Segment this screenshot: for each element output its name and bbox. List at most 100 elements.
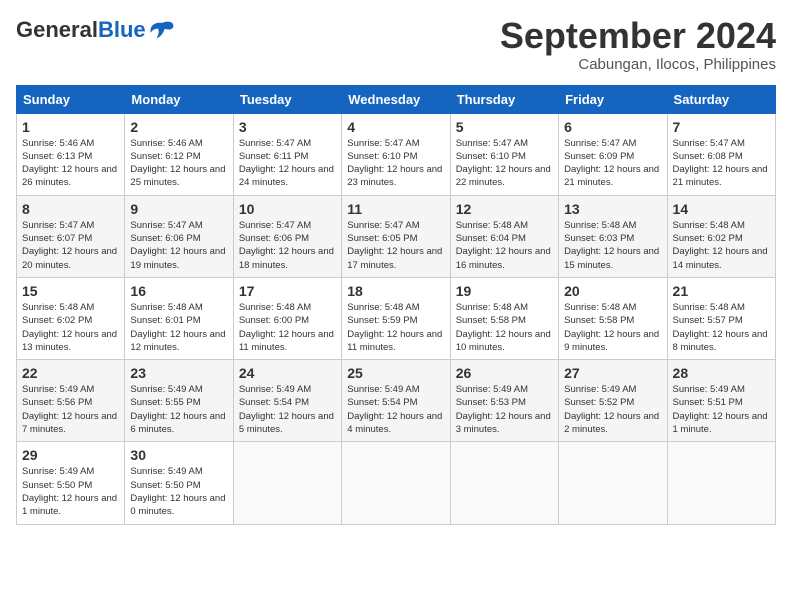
day-info: Sunrise: 5:47 AMSunset: 6:05 PMDaylight:…	[347, 219, 444, 272]
day-number: 28	[673, 365, 770, 381]
day-cell-6: 6 Sunrise: 5:47 AMSunset: 6:09 PMDaylight…	[559, 113, 667, 195]
header-thursday: Thursday	[450, 85, 558, 113]
day-cell-29: 29 Sunrise: 5:49 AMSunset: 5:50 PMDayligh…	[17, 442, 125, 524]
calendar-week-4: 22 Sunrise: 5:49 AMSunset: 5:56 PMDayligh…	[17, 360, 776, 442]
day-number: 17	[239, 283, 336, 299]
header-monday: Monday	[125, 85, 233, 113]
day-cell-11: 11 Sunrise: 5:47 AMSunset: 6:05 PMDayligh…	[342, 195, 450, 277]
day-number: 18	[347, 283, 444, 299]
day-info: Sunrise: 5:48 AMSunset: 5:58 PMDaylight:…	[456, 301, 553, 354]
calendar-table: SundayMondayTuesdayWednesdayThursdayFrid…	[16, 85, 776, 525]
day-number: 24	[239, 365, 336, 381]
day-cell-7: 7Sunrise: 5:47 AMSunset: 6:08 PMDaylight…	[667, 113, 775, 195]
day-info: Sunrise: 5:49 AMSunset: 5:52 PMDaylight:…	[564, 383, 661, 436]
day-number: 22	[22, 365, 119, 381]
day-number: 16	[130, 283, 227, 299]
calendar-week-2: 8 Sunrise: 5:47 AMSunset: 6:07 PMDaylight…	[17, 195, 776, 277]
day-cell-17: 17 Sunrise: 5:48 AMSunset: 6:00 PMDayligh…	[233, 277, 341, 359]
header-row: SundayMondayTuesdayWednesdayThursdayFrid…	[17, 85, 776, 113]
calendar-header: SundayMondayTuesdayWednesdayThursdayFrid…	[17, 85, 776, 113]
day-cell-13: 13 Sunrise: 5:48 AMSunset: 6:03 PMDayligh…	[559, 195, 667, 277]
day-cell-25: 25Sunrise: 5:49 AMSunset: 5:54 PMDayligh…	[342, 360, 450, 442]
day-number: 1	[22, 119, 119, 135]
empty-cell	[233, 442, 341, 524]
header-wednesday: Wednesday	[342, 85, 450, 113]
day-info: Sunrise: 5:48 AMSunset: 6:02 PMDaylight:…	[22, 301, 119, 354]
day-number: 7	[673, 119, 770, 135]
day-number: 30	[130, 447, 227, 463]
day-cell-14: 14Sunrise: 5:48 AMSunset: 6:02 PMDayligh…	[667, 195, 775, 277]
day-number: 8	[22, 201, 119, 217]
logo-blue: Blue	[98, 17, 146, 43]
day-cell-10: 10Sunrise: 5:47 AMSunset: 6:06 PMDayligh…	[233, 195, 341, 277]
day-info: Sunrise: 5:49 AMSunset: 5:50 PMDaylight:…	[22, 465, 119, 518]
day-cell-12: 12Sunrise: 5:48 AMSunset: 6:04 PMDayligh…	[450, 195, 558, 277]
day-info: Sunrise: 5:49 AMSunset: 5:53 PMDaylight:…	[456, 383, 553, 436]
day-info: Sunrise: 5:48 AMSunset: 6:03 PMDaylight:…	[564, 219, 661, 272]
day-number: 27	[564, 365, 661, 381]
calendar-week-3: 15 Sunrise: 5:48 AMSunset: 6:02 PMDayligh…	[17, 277, 776, 359]
day-number: 14	[673, 201, 770, 217]
day-cell-15: 15 Sunrise: 5:48 AMSunset: 6:02 PMDayligh…	[17, 277, 125, 359]
bird-icon	[148, 16, 176, 44]
calendar-week-5: 29 Sunrise: 5:49 AMSunset: 5:50 PMDayligh…	[17, 442, 776, 524]
day-number: 21	[673, 283, 770, 299]
day-info: Sunrise: 5:49 AMSunset: 5:54 PMDaylight:…	[239, 383, 336, 436]
day-info: Sunrise: 5:48 AMSunset: 6:01 PMDaylight:…	[130, 301, 227, 354]
empty-cell	[342, 442, 450, 524]
day-cell-30: 30 Sunrise: 5:49 AMSunset: 5:50 PMDayligh…	[125, 442, 233, 524]
day-cell-5: 5Sunrise: 5:47 AMSunset: 6:10 PMDaylight…	[450, 113, 558, 195]
day-info: Sunrise: 5:47 AMSunset: 6:07 PMDaylight:…	[22, 219, 119, 272]
calendar-week-1: 1Sunrise: 5:46 AMSunset: 6:13 PMDaylight…	[17, 113, 776, 195]
day-cell-18: 18Sunrise: 5:48 AMSunset: 5:59 PMDayligh…	[342, 277, 450, 359]
empty-cell	[667, 442, 775, 524]
day-cell-21: 21Sunrise: 5:48 AMSunset: 5:57 PMDayligh…	[667, 277, 775, 359]
day-info: Sunrise: 5:46 AMSunset: 6:12 PMDaylight:…	[130, 137, 227, 190]
calendar-body: 1Sunrise: 5:46 AMSunset: 6:13 PMDaylight…	[17, 113, 776, 524]
day-info: Sunrise: 5:49 AMSunset: 5:51 PMDaylight:…	[673, 383, 770, 436]
day-cell-9: 9 Sunrise: 5:47 AMSunset: 6:06 PMDaylight…	[125, 195, 233, 277]
page-header: General Blue September 2024 Cabungan, Il…	[16, 16, 776, 73]
day-cell-3: 3Sunrise: 5:47 AMSunset: 6:11 PMDaylight…	[233, 113, 341, 195]
header-friday: Friday	[559, 85, 667, 113]
day-cell-4: 4 Sunrise: 5:47 AMSunset: 6:10 PMDaylight…	[342, 113, 450, 195]
empty-cell	[450, 442, 558, 524]
day-number: 13	[564, 201, 661, 217]
day-info: Sunrise: 5:49 AMSunset: 5:55 PMDaylight:…	[130, 383, 227, 436]
day-cell-19: 19Sunrise: 5:48 AMSunset: 5:58 PMDayligh…	[450, 277, 558, 359]
day-cell-24: 24 Sunrise: 5:49 AMSunset: 5:54 PMDayligh…	[233, 360, 341, 442]
day-number: 26	[456, 365, 553, 381]
day-info: Sunrise: 5:47 AMSunset: 6:10 PMDaylight:…	[456, 137, 553, 190]
day-info: Sunrise: 5:48 AMSunset: 6:04 PMDaylight:…	[456, 219, 553, 272]
day-number: 2	[130, 119, 227, 135]
header-sunday: Sunday	[17, 85, 125, 113]
day-info: Sunrise: 5:48 AMSunset: 5:58 PMDaylight:…	[564, 301, 661, 354]
day-info: Sunrise: 5:47 AMSunset: 6:09 PMDaylight:…	[564, 137, 661, 190]
month-title: September 2024	[500, 16, 776, 56]
day-number: 3	[239, 119, 336, 135]
day-cell-8: 8 Sunrise: 5:47 AMSunset: 6:07 PMDaylight…	[17, 195, 125, 277]
day-number: 6	[564, 119, 661, 135]
day-info: Sunrise: 5:47 AMSunset: 6:06 PMDaylight:…	[130, 219, 227, 272]
header-saturday: Saturday	[667, 85, 775, 113]
day-info: Sunrise: 5:49 AMSunset: 5:56 PMDaylight:…	[22, 383, 119, 436]
day-number: 9	[130, 201, 227, 217]
day-info: Sunrise: 5:48 AMSunset: 6:00 PMDaylight:…	[239, 301, 336, 354]
day-number: 15	[22, 283, 119, 299]
day-cell-20: 20Sunrise: 5:48 AMSunset: 5:58 PMDayligh…	[559, 277, 667, 359]
day-cell-28: 28 Sunrise: 5:49 AMSunset: 5:51 PMDayligh…	[667, 360, 775, 442]
day-number: 29	[22, 447, 119, 463]
day-info: Sunrise: 5:49 AMSunset: 5:54 PMDaylight:…	[347, 383, 444, 436]
header-tuesday: Tuesday	[233, 85, 341, 113]
day-cell-22: 22 Sunrise: 5:49 AMSunset: 5:56 PMDayligh…	[17, 360, 125, 442]
location: Cabungan, Ilocos, Philippines	[500, 56, 776, 73]
day-info: Sunrise: 5:47 AMSunset: 6:10 PMDaylight:…	[347, 137, 444, 190]
day-number: 4	[347, 119, 444, 135]
day-cell-16: 16 Sunrise: 5:48 AMSunset: 6:01 PMDayligh…	[125, 277, 233, 359]
logo-general: General	[16, 17, 98, 43]
day-cell-26: 26 Sunrise: 5:49 AMSunset: 5:53 PMDayligh…	[450, 360, 558, 442]
day-info: Sunrise: 5:49 AMSunset: 5:50 PMDaylight:…	[130, 465, 227, 518]
day-cell-2: 2 Sunrise: 5:46 AMSunset: 6:12 PMDaylight…	[125, 113, 233, 195]
logo: General Blue	[16, 16, 176, 44]
day-number: 11	[347, 201, 444, 217]
